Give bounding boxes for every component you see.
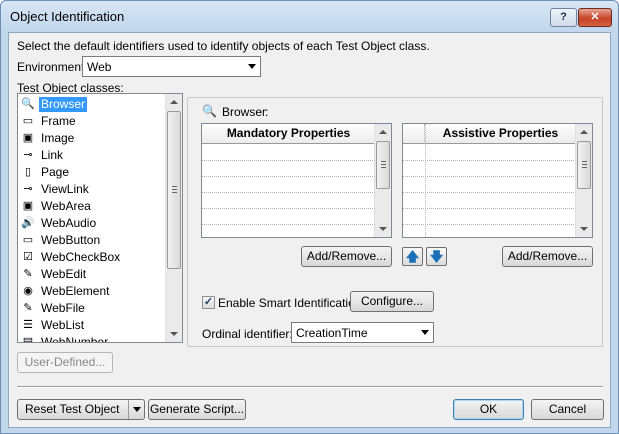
class-item-label: WebCheckBox <box>41 250 121 264</box>
webaudio-icon: 🔊 <box>21 217 35 229</box>
smart-identification-label: Enable Smart Identification: <box>218 296 365 310</box>
environment-label: Environment: <box>17 60 88 74</box>
mandatory-properties-header: Mandatory Properties <box>202 124 375 144</box>
class-item-label: WebAudio <box>41 216 97 230</box>
reset-dropdown-arrow[interactable] <box>128 400 144 419</box>
move-up-button[interactable]: 🡅 <box>402 247 423 266</box>
webedit-icon: ✎ <box>23 268 33 280</box>
class-item-label: Frame <box>41 114 76 128</box>
environment-value: Web <box>87 60 112 74</box>
chevron-down-icon <box>248 64 256 69</box>
page-icon: ▯ <box>24 166 32 178</box>
browser-icon: 🔍 <box>202 104 217 118</box>
mandatory-scrollbar[interactable] <box>374 124 391 237</box>
webcheckbox-icon: ☑ <box>23 251 33 263</box>
assistive-scrollbar[interactable] <box>575 124 592 237</box>
ordinal-identifier-value: CreationTime <box>296 326 368 340</box>
smart-identification-checkbox[interactable]: ✓ <box>202 296 215 309</box>
chevron-down-icon <box>421 330 429 335</box>
arrow-up-icon: 🡅 <box>405 249 420 264</box>
webnumber-icon: ▤ <box>22 336 34 343</box>
webbutton-icon: ▭ <box>22 234 34 246</box>
assistive-properties-header: Assistive Properties <box>403 124 576 144</box>
footer-divider <box>17 386 603 388</box>
ordinal-identifier-dropdown[interactable]: CreationTime <box>291 322 434 343</box>
class-item-label: WebButton <box>41 233 101 247</box>
class-item-label: Page <box>41 165 70 179</box>
class-item-label: Browser <box>39 97 88 112</box>
class-item-label: WebList <box>41 318 85 332</box>
scroll-down-button[interactable] <box>166 325 182 342</box>
frame-icon: ▭ <box>22 115 34 127</box>
window-title: Object Identification <box>10 9 125 24</box>
class-item-label: WebElement <box>41 284 110 298</box>
webarea-icon: ▣ <box>22 200 34 212</box>
close-button[interactable]: ✕ <box>578 8 612 27</box>
image-icon: ▣ <box>22 132 34 144</box>
weblist-icon: ☰ <box>23 319 33 331</box>
properties-panel: 🔍 Browser : Mandatory Properties Assisti… <box>187 97 603 347</box>
ok-button[interactable]: OK <box>453 399 524 420</box>
test-object-classes-list[interactable]: 🔍 Browser ▭ Frame ▣ Image ⊸ Link ▯ Page ⊸ ViewLink ▣… <box>17 93 183 343</box>
class-item-label: Image <box>41 131 75 145</box>
add-remove-assistive-button[interactable]: Add/Remove... <box>502 246 593 267</box>
scroll-thumb[interactable] <box>167 111 181 269</box>
class-item-label: ViewLink <box>41 182 89 196</box>
class-item-label: WebFile <box>41 301 85 315</box>
webelement-icon: ◉ <box>23 285 33 297</box>
move-down-button[interactable]: 🡇 <box>426 247 447 266</box>
cancel-button[interactable]: Cancel <box>531 399 604 420</box>
move-buttons: 🡅 🡇 <box>402 247 448 266</box>
assistive-properties-grid[interactable]: Assistive Properties <box>402 123 593 238</box>
class-item-label: WebEdit <box>41 267 87 281</box>
add-remove-mandatory-button[interactable]: Add/Remove... <box>301 246 392 267</box>
browser-icon: 🔍 <box>21 98 35 110</box>
link-icon: ⊸ <box>23 149 33 161</box>
class-item-label: Link <box>41 148 64 162</box>
reset-test-object-split-button[interactable]: Reset Test Object <box>17 399 145 420</box>
classes-scrollbar[interactable] <box>165 94 182 342</box>
dialog-window: Object Identification ? ✕ Select the def… <box>0 0 619 434</box>
selected-class-label: Browser <box>222 105 267 119</box>
ordinal-identifier-label: Ordinal identifier: <box>202 327 293 341</box>
class-item-label: WebNumber <box>41 335 109 343</box>
help-button[interactable]: ? <box>550 8 577 27</box>
title-bar[interactable]: Object Identification ? ✕ <box>1 1 618 31</box>
generate-script-button[interactable]: Generate Script... <box>148 399 246 420</box>
configure-button[interactable]: Configure... <box>350 291 434 312</box>
user-defined-button[interactable]: User-Defined... <box>17 352 113 373</box>
webfile-icon: ✎ <box>23 302 33 314</box>
intro-text: Select the default identifiers used to i… <box>17 39 430 53</box>
viewlink-icon: ⊸ <box>23 183 33 195</box>
reset-test-object-label: Reset Test Object <box>25 402 120 416</box>
environment-dropdown[interactable]: Web <box>82 56 261 77</box>
dialog-client-area: Select the default identifiers used to i… <box>8 32 611 428</box>
mandatory-properties-grid[interactable]: Mandatory Properties <box>201 123 392 238</box>
class-item-label: WebArea <box>41 199 91 213</box>
arrow-down-icon: 🡇 <box>429 249 444 264</box>
scroll-up-button[interactable] <box>166 94 182 111</box>
